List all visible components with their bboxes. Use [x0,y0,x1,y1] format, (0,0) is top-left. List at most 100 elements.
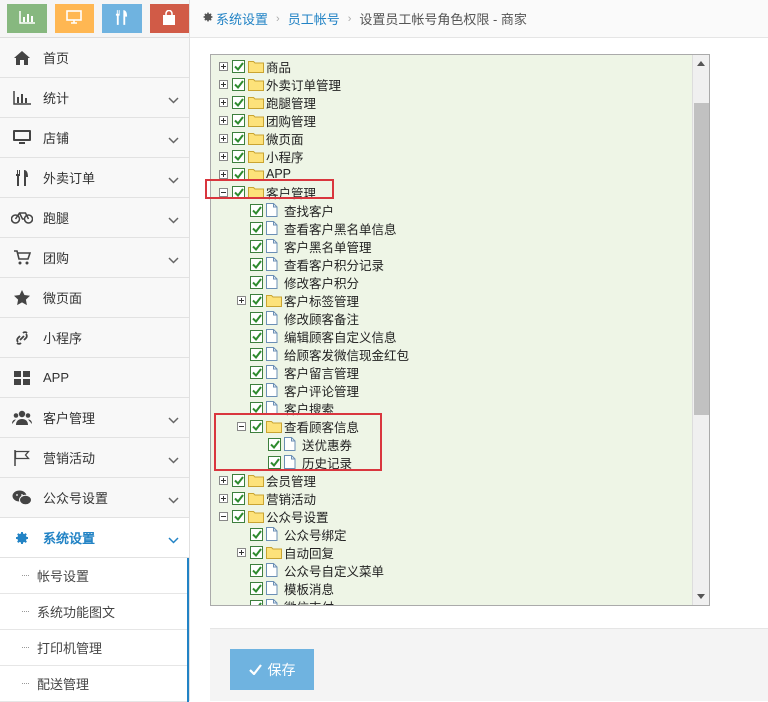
tree-node[interactable]: 修改客户积分 [237,273,359,291]
tree-checkbox[interactable] [232,167,245,181]
tree-checkbox[interactable] [232,77,245,91]
tree-node[interactable]: 商品 [219,57,291,75]
tree-checkbox[interactable] [250,311,263,325]
tree-node[interactable]: 跑腿管理 [219,93,316,111]
tree-checkbox[interactable] [250,221,263,235]
tree-node[interactable]: 编辑顾客自定义信息 [237,327,397,345]
sidebar-item-2[interactable]: 店铺 [0,118,189,158]
expand-icon[interactable] [237,295,246,305]
sidebar-item-3[interactable]: 外卖订单 [0,158,189,198]
tree-node[interactable]: 修改顾客备注 [237,309,359,327]
tree-node[interactable]: 历史记录 [255,453,352,471]
shortcut-button-shopping-bag[interactable] [149,4,189,33]
expand-icon[interactable] [219,97,228,107]
tree-node[interactable]: 客户黑名单管理 [237,237,372,255]
expand-icon[interactable] [219,79,228,89]
breadcrumb-link-system-settings[interactable]: 系统设置 [216,9,268,28]
tree-node[interactable]: 查看客户黑名单信息 [237,219,397,237]
tree-checkbox[interactable] [232,185,245,199]
tree-node[interactable]: 外卖订单管理 [219,75,341,93]
tree-node[interactable]: 查看顾客信息 [237,417,359,435]
tree-node[interactable]: 送优惠券 [255,435,352,453]
expand-icon[interactable] [237,547,246,557]
sidebar-item-4[interactable]: 跑腿 [0,198,189,238]
scroll-up-arrow-icon[interactable] [697,61,705,66]
tree-node[interactable]: 微页面 [219,129,304,147]
sidebar-item-8[interactable]: APP [0,358,189,398]
collapse-icon[interactable] [219,511,228,521]
sidebar-item-9[interactable]: 客户管理 [0,398,189,438]
tree-checkbox[interactable] [232,149,245,163]
tree-checkbox[interactable] [250,257,263,271]
sidebar-item-7[interactable]: 小程序 [0,318,189,358]
tree-checkbox[interactable] [232,509,245,523]
tree-checkbox[interactable] [250,275,263,289]
tree-checkbox[interactable] [232,113,245,127]
tree-checkbox[interactable] [250,563,263,577]
shortcut-button-bar-chart[interactable] [7,4,47,33]
tree-node[interactable]: APP [219,165,291,183]
expand-icon[interactable] [219,493,228,503]
tree-node[interactable]: 团购管理 [219,111,316,129]
tree-node[interactable]: 模板消息 [237,579,334,597]
expand-icon[interactable] [219,61,228,71]
tree-node[interactable]: 查找客户 [237,201,334,219]
tree-node[interactable]: 公众号绑定 [237,525,347,543]
expand-icon[interactable] [219,475,228,485]
tree-node[interactable]: 查看客户积分记录 [237,255,384,273]
tree-node[interactable]: 小程序 [219,147,304,165]
tree-checkbox[interactable] [250,365,263,379]
breadcrumb-link-staff-accounts[interactable]: 员工帐号 [288,9,340,28]
tree-node[interactable]: 自动回复 [237,543,334,561]
tree-node[interactable]: 微信支付 [237,597,334,605]
tree-checkbox[interactable] [250,293,263,307]
tree-node[interactable]: 公众号设置 [219,507,329,525]
expand-icon[interactable] [219,151,228,161]
tree-node[interactable]: 客户标签管理 [237,291,359,309]
tree-checkbox[interactable] [232,473,245,487]
tree-node[interactable]: 会员管理 [219,471,316,489]
sidebar-item-1[interactable]: 统计 [0,78,189,118]
tree-node[interactable]: 客户留言管理 [237,363,359,381]
submenu-item[interactable]: 配送管理 [0,666,187,702]
tree-checkbox[interactable] [250,419,263,433]
sidebar-item-10[interactable]: 营销活动 [0,438,189,478]
submenu-item[interactable]: 系统功能图文 [0,594,187,630]
tree-checkbox[interactable] [250,239,263,253]
tree-checkbox[interactable] [250,383,263,397]
sidebar-item-6[interactable]: 微页面 [0,278,189,318]
tree-checkbox[interactable] [250,527,263,541]
expand-icon[interactable] [219,169,228,179]
shortcut-button-monitor[interactable] [54,4,94,33]
tree-checkbox[interactable] [250,599,263,605]
tree-checkbox[interactable] [268,455,281,469]
tree-node[interactable]: 客户管理 [219,183,316,201]
tree-checkbox[interactable] [232,491,245,505]
tree-scrollbar[interactable] [692,55,709,605]
tree-checkbox[interactable] [250,203,263,217]
submenu-item[interactable]: 帐号设置 [0,558,187,594]
shortcut-button-cutlery[interactable] [102,4,142,33]
tree-node[interactable]: 营销活动 [219,489,316,507]
sidebar-item-12[interactable]: 系统设置 [0,518,189,558]
tree-checkbox[interactable] [250,401,263,415]
scrollbar-thumb[interactable] [694,103,709,415]
tree-node[interactable]: 客户评论管理 [237,381,359,399]
scroll-down-arrow-icon[interactable] [697,594,705,599]
tree-checkbox[interactable] [232,59,245,73]
expand-icon[interactable] [219,115,228,125]
tree-node[interactable]: 给顾客发微信现金红包 [237,345,409,363]
sidebar-item-0[interactable]: 首页 [0,38,189,78]
tree-node[interactable]: 客户搜索 [237,399,334,417]
tree-node[interactable]: 公众号自定义菜单 [237,561,384,579]
collapse-icon[interactable] [237,421,246,431]
submenu-item[interactable]: 打印机管理 [0,630,187,666]
save-button[interactable]: 保存 [230,649,314,690]
tree-checkbox[interactable] [250,347,263,361]
tree-checkbox[interactable] [250,545,263,559]
tree-checkbox[interactable] [232,131,245,145]
collapse-icon[interactable] [219,187,228,197]
expand-icon[interactable] [219,133,228,143]
tree-checkbox[interactable] [268,437,281,451]
tree-checkbox[interactable] [250,329,263,343]
